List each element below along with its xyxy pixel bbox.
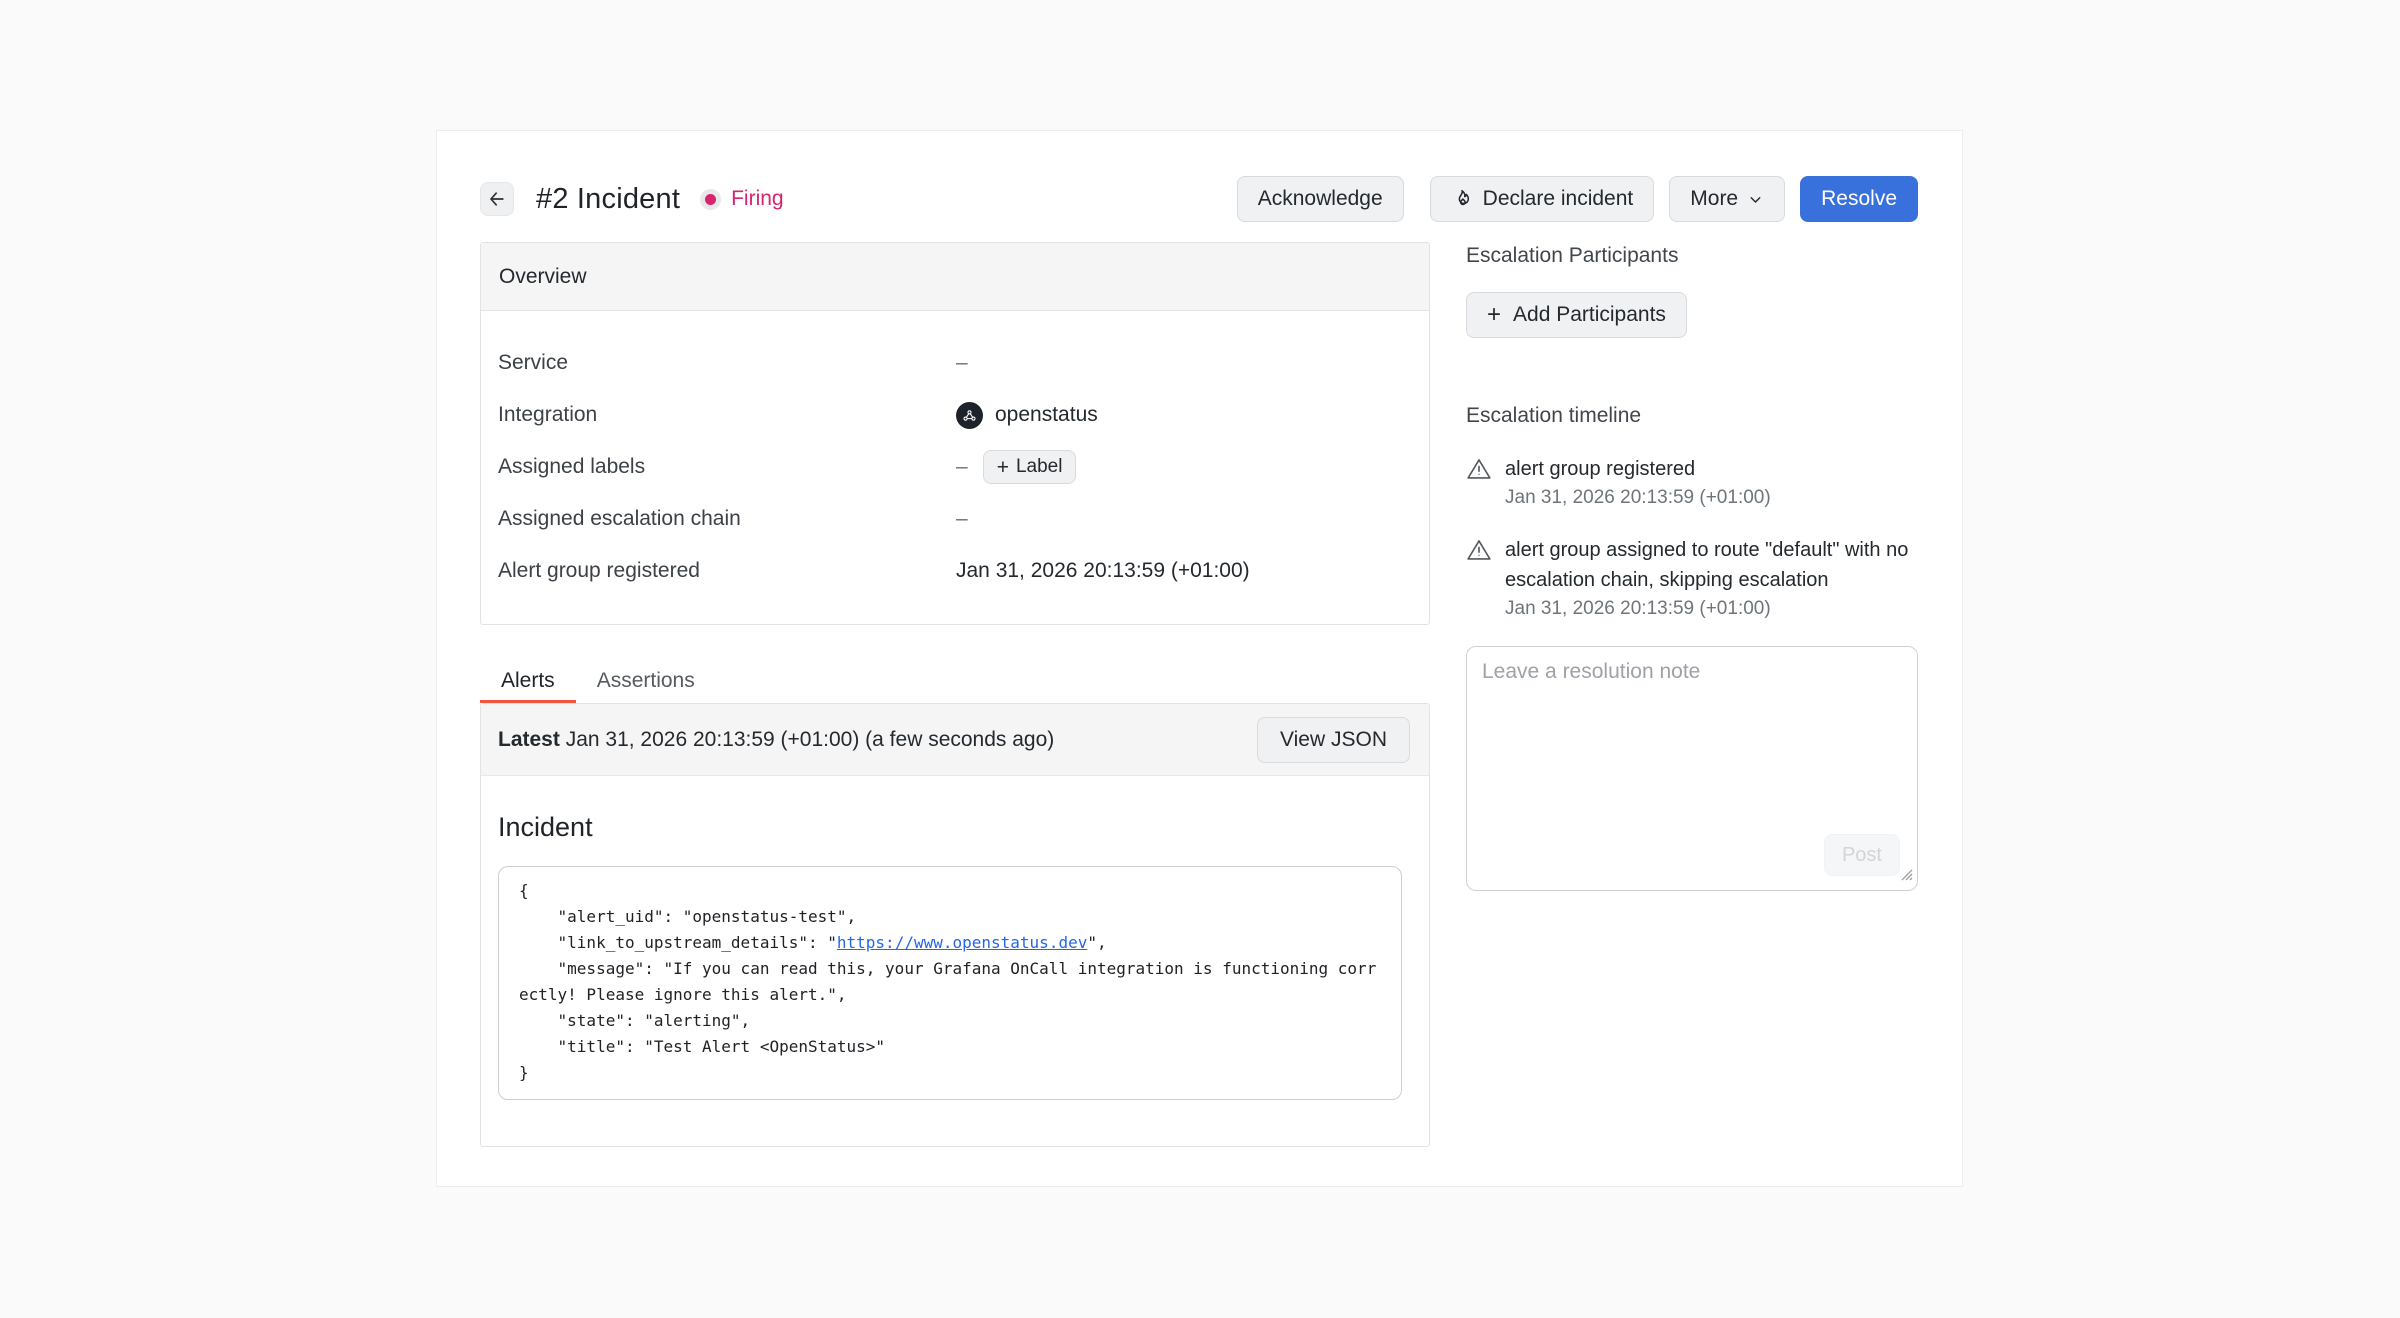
overview-row-registered: Alert group registered Jan 31, 2026 20:1…: [481, 545, 1429, 597]
page-header: #2 Incident Firing Acknowledge Declare i…: [480, 176, 1918, 222]
resize-grip-icon[interactable]: [1898, 866, 1914, 887]
alert-tabs: Alerts Assertions: [480, 662, 1430, 700]
status-badge: Firing: [700, 187, 784, 211]
fire-icon: [1451, 188, 1473, 210]
incident-page-card: #2 Incident Firing Acknowledge Declare i…: [436, 130, 1963, 1187]
more-label: More: [1690, 187, 1738, 211]
json-line: {: [519, 878, 1381, 904]
tab-alerts[interactable]: Alerts: [480, 662, 576, 700]
add-participants-label: Add Participants: [1513, 303, 1666, 327]
tab-assertions[interactable]: Assertions: [576, 662, 716, 700]
json-line: "alert_uid": "openstatus-test",: [519, 904, 1381, 930]
warning-triangle-icon: [1466, 456, 1492, 487]
service-value: –: [956, 351, 968, 375]
plus-icon: +: [1487, 303, 1501, 327]
timeline-item-timestamp: Jan 31, 2026 20:13:59 (+01:00): [1505, 487, 1771, 509]
timeline-item: alert group assigned to route "default" …: [1466, 535, 1918, 620]
add-label-button-label: Label: [1016, 456, 1063, 478]
warning-triangle-icon: [1466, 537, 1492, 568]
registered-label: Alert group registered: [498, 559, 956, 583]
latest-timestamp: Jan 31, 2026 20:13:59 (+01:00) (a few se…: [560, 728, 1054, 751]
overview-row-service: Service –: [481, 337, 1429, 389]
latest-alert-bar: Latest Jan 31, 2026 20:13:59 (+01:00) (a…: [481, 704, 1429, 776]
post-note-button[interactable]: Post: [1824, 834, 1900, 876]
more-button[interactable]: More: [1669, 176, 1785, 222]
firing-dot-icon: [700, 189, 721, 210]
webhook-integration-icon: [956, 402, 983, 429]
resolve-button[interactable]: Resolve: [1800, 176, 1918, 222]
integration-label: Integration: [498, 403, 956, 427]
page-title: #2 Incident: [536, 183, 680, 216]
escalation-chain-value: –: [956, 507, 968, 531]
latest-label: Latest: [498, 728, 560, 751]
json-link-prefix: "link_to_upstream_details": ": [519, 933, 837, 952]
resolution-note-box: Post: [1466, 646, 1918, 891]
service-label: Service: [498, 351, 956, 375]
alerts-panel: Latest Jan 31, 2026 20:13:59 (+01:00) (a…: [480, 703, 1430, 1147]
registered-value: Jan 31, 2026 20:13:59 (+01:00): [956, 559, 1250, 583]
alert-payload-json: { "alert_uid": "openstatus-test", "link_…: [498, 866, 1402, 1100]
timeline-title: Escalation timeline: [1466, 402, 1918, 430]
escalation-sidebar: Escalation Participants + Add Participan…: [1466, 242, 1918, 1147]
participants-title: Escalation Participants: [1466, 242, 1918, 270]
assigned-labels-value: –: [956, 455, 968, 479]
json-line: "title": "Test Alert <OpenStatus>": [519, 1034, 1381, 1060]
escalation-chain-label: Assigned escalation chain: [498, 507, 956, 531]
timeline-item-text: alert group registered: [1505, 454, 1771, 484]
assigned-labels-label: Assigned labels: [498, 455, 956, 479]
plus-icon: +: [997, 457, 1009, 478]
add-participants-button[interactable]: + Add Participants: [1466, 292, 1687, 338]
declare-incident-button[interactable]: Declare incident: [1430, 176, 1655, 222]
incident-heading: Incident: [498, 812, 1412, 843]
json-line: "state": "alerting",: [519, 1008, 1381, 1034]
json-line: "message": "If you can read this, your G…: [519, 956, 1381, 1008]
json-link-suffix: ",: [1087, 933, 1106, 952]
declare-incident-label: Declare incident: [1483, 187, 1634, 211]
integration-value[interactable]: openstatus: [995, 403, 1098, 427]
timeline-item-timestamp: Jan 31, 2026 20:13:59 (+01:00): [1505, 598, 1918, 620]
add-label-button[interactable]: + Label: [983, 450, 1077, 484]
upstream-details-link[interactable]: https://www.openstatus.dev: [837, 933, 1087, 952]
status-badge-label: Firing: [731, 187, 784, 211]
escalation-timeline: alert group registered Jan 31, 2026 20:1…: [1466, 454, 1918, 620]
back-button[interactable]: [480, 182, 514, 216]
json-line-link: "link_to_upstream_details": "https://www…: [519, 930, 1381, 956]
chevron-down-icon: [1747, 191, 1764, 208]
json-line: }: [519, 1060, 1381, 1086]
overview-row-assigned-labels: Assigned labels – + Label: [481, 441, 1429, 493]
view-json-button[interactable]: View JSON: [1257, 717, 1410, 763]
arrow-left-icon: [487, 189, 507, 209]
timeline-item-text: alert group assigned to route "default" …: [1505, 535, 1918, 595]
acknowledge-button[interactable]: Acknowledge: [1237, 176, 1404, 222]
overview-panel: Overview Service – Integration openstatu…: [480, 242, 1430, 625]
overview-row-integration: Integration openstatus: [481, 389, 1429, 441]
latest-alert-text: Latest Jan 31, 2026 20:13:59 (+01:00) (a…: [498, 728, 1054, 752]
overview-row-escalation-chain: Assigned escalation chain –: [481, 493, 1429, 545]
timeline-item: alert group registered Jan 31, 2026 20:1…: [1466, 454, 1918, 509]
overview-panel-title: Overview: [481, 243, 1429, 311]
